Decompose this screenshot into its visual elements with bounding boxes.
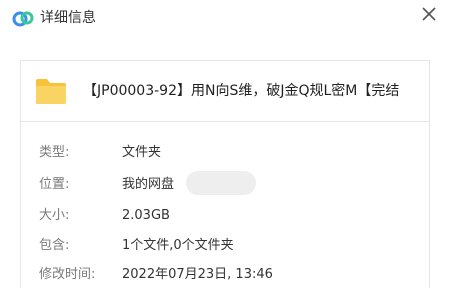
- redacted-path-mask: [186, 171, 256, 195]
- file-details-dialog: 详细信息 【JP00003-92】用N向S维，破J金Q规L密M【完结 类型: 文…: [0, 0, 450, 296]
- close-icon[interactable]: [418, 3, 440, 25]
- details-card: 【JP00003-92】用N向S维，破J金Q规L密M【完结 类型: 文件夹 位置…: [20, 60, 430, 288]
- location-label: 位置:: [39, 177, 70, 192]
- file-name: 【JP00003-92】用N向S维，破J金Q规L密M【完结: [83, 83, 400, 99]
- dialog-titlebar: 详细信息: [0, 0, 450, 34]
- type-value: 文件夹: [122, 145, 162, 160]
- file-header-row: 【JP00003-92】用N向S维，破J金Q规L密M【完结: [21, 61, 429, 122]
- type-label: 类型:: [39, 145, 70, 160]
- location-value[interactable]: 我的网盘: [122, 176, 174, 194]
- modified-time-label: 修改时间:: [39, 267, 96, 282]
- folder-icon: [36, 79, 66, 104]
- size-value: 2.03GB: [122, 208, 170, 223]
- cloud-logo-icon: [12, 11, 34, 27]
- modified-time-value: 2022年07月23日, 13:46: [122, 267, 273, 282]
- size-label: 大小:: [39, 208, 70, 223]
- contains-label: 包含:: [39, 238, 70, 253]
- contains-value: 1个文件,0个文件夹: [122, 238, 234, 253]
- dialog-title: 详细信息: [40, 10, 96, 26]
